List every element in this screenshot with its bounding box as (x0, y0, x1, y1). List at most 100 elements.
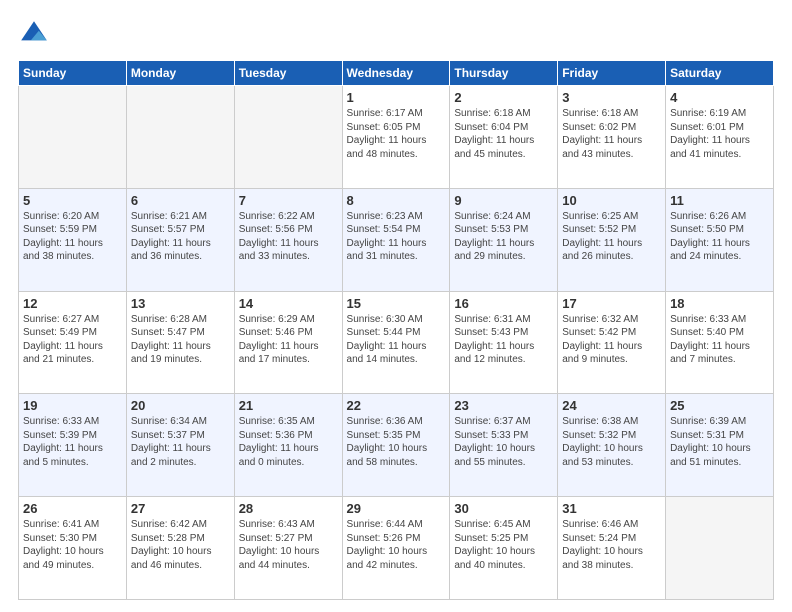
day-info: Sunrise: 6:36 AMSunset: 5:35 PMDaylight:… (347, 415, 446, 469)
day-number: 14 (239, 296, 338, 311)
calendar-cell: 28Sunrise: 6:43 AMSunset: 5:27 PMDayligh… (234, 497, 342, 600)
calendar-cell: 13Sunrise: 6:28 AMSunset: 5:47 PMDayligh… (126, 291, 234, 394)
calendar-cell: 18 Sunrise: 6:33 AMSunset: 5:40 PMDayligh… (666, 291, 774, 394)
page: SundayMondayTuesdayWednesdayThursdayFrid… (0, 0, 792, 612)
calendar-cell: 27 Sunrise: 6:42 AMSunset: 5:28 PMDayligh… (126, 497, 234, 600)
calendar-cell: 16 Sunrise: 6:31 AMSunset: 5:43 PMDayligh… (450, 291, 558, 394)
day-info: Sunrise: 6:23 AMSunset: 5:54 PMDaylight:… (347, 210, 446, 264)
calendar-week-row: 26Sunrise: 6:41 AMSunset: 5:30 PMDayligh… (19, 497, 774, 600)
calendar-cell: 11Sunrise: 6:26 AMSunset: 5:50 PMDayligh… (666, 188, 774, 291)
weekday-header: Thursday (450, 61, 558, 86)
day-info: Sunrise: 6:33 AMSunset: 5:40 PMDaylight:… (670, 313, 769, 367)
weekday-header-row: SundayMondayTuesdayWednesdayThursdayFrid… (19, 61, 774, 86)
day-info: Sunrise: 6:37 AMSunset: 5:33 PMDaylight:… (454, 415, 553, 469)
weekday-header: Tuesday (234, 61, 342, 86)
day-info: Sunrise: 6:17 AMSunset: 6:05 PMDaylight:… (347, 107, 446, 161)
calendar-cell: 29 Sunrise: 6:44 AMSunset: 5:26 PMDayligh… (342, 497, 450, 600)
day-number: 15 (347, 296, 446, 311)
calendar-cell: 12 Sunrise: 6:27 AMSunset: 5:49 PMDayligh… (19, 291, 127, 394)
calendar-cell: 31 Sunrise: 6:46 AMSunset: 5:24 PMDayligh… (558, 497, 666, 600)
day-info: Sunrise: 6:42 AMSunset: 5:28 PMDaylight:… (131, 518, 230, 572)
day-number: 4 (670, 90, 769, 105)
weekday-header: Wednesday (342, 61, 450, 86)
day-info: Sunrise: 6:27 AMSunset: 5:49 PMDaylight:… (23, 313, 122, 367)
day-info: Sunrise: 6:19 AMSunset: 6:01 PMDaylight:… (670, 107, 769, 161)
calendar-cell: 6 Sunrise: 6:21 AMSunset: 5:57 PMDaylight… (126, 188, 234, 291)
calendar-cell: 19 Sunrise: 6:33 AMSunset: 5:39 PMDayligh… (19, 394, 127, 497)
day-info: Sunrise: 6:38 AMSunset: 5:32 PMDaylight:… (562, 415, 661, 469)
day-info: Sunrise: 6:20 AMSunset: 5:59 PMDaylight:… (23, 210, 122, 264)
weekday-header: Saturday (666, 61, 774, 86)
day-info: Sunrise: 6:32 AMSunset: 5:42 PMDaylight:… (562, 313, 661, 367)
day-number: 27 (131, 501, 230, 516)
calendar-cell: 17 Sunrise: 6:32 AMSunset: 5:42 PMDayligh… (558, 291, 666, 394)
day-number: 19 (23, 398, 122, 413)
day-number: 21 (239, 398, 338, 413)
calendar-cell: 30Sunrise: 6:45 AMSunset: 5:25 PMDayligh… (450, 497, 558, 600)
day-number: 12 (23, 296, 122, 311)
calendar-cell (19, 86, 127, 189)
day-number: 6 (131, 193, 230, 208)
day-number: 17 (562, 296, 661, 311)
day-number: 22 (347, 398, 446, 413)
calendar-cell: 10 Sunrise: 6:25 AMSunset: 5:52 PMDayligh… (558, 188, 666, 291)
day-info: Sunrise: 6:28 AMSunset: 5:47 PMDaylight:… (131, 313, 230, 367)
calendar-week-row: 1Sunrise: 6:17 AMSunset: 6:05 PMDaylight… (19, 86, 774, 189)
calendar-week-row: 12 Sunrise: 6:27 AMSunset: 5:49 PMDayligh… (19, 291, 774, 394)
calendar-cell (126, 86, 234, 189)
day-info: Sunrise: 6:26 AMSunset: 5:50 PMDaylight:… (670, 210, 769, 264)
calendar-cell (666, 497, 774, 600)
header (18, 18, 774, 50)
calendar-cell: 20Sunrise: 6:34 AMSunset: 5:37 PMDayligh… (126, 394, 234, 497)
day-number: 26 (23, 501, 122, 516)
calendar-cell: 9Sunrise: 6:24 AMSunset: 5:53 PMDaylight… (450, 188, 558, 291)
calendar-week-row: 5 Sunrise: 6:20 AMSunset: 5:59 PMDaylight… (19, 188, 774, 291)
calendar-cell: 23 Sunrise: 6:37 AMSunset: 5:33 PMDayligh… (450, 394, 558, 497)
calendar-cell: 14Sunrise: 6:29 AMSunset: 5:46 PMDayligh… (234, 291, 342, 394)
calendar-cell: 2 Sunrise: 6:18 AMSunset: 6:04 PMDaylight… (450, 86, 558, 189)
day-info: Sunrise: 6:44 AMSunset: 5:26 PMDaylight:… (347, 518, 446, 572)
calendar-cell: 15 Sunrise: 6:30 AMSunset: 5:44 PMDayligh… (342, 291, 450, 394)
calendar-cell: 25 Sunrise: 6:39 AMSunset: 5:31 PMDayligh… (666, 394, 774, 497)
day-info: Sunrise: 6:25 AMSunset: 5:52 PMDaylight:… (562, 210, 661, 264)
day-info: Sunrise: 6:34 AMSunset: 5:37 PMDaylight:… (131, 415, 230, 469)
calendar-cell: 8Sunrise: 6:23 AMSunset: 5:54 PMDaylight… (342, 188, 450, 291)
day-number: 30 (454, 501, 553, 516)
day-info: Sunrise: 6:21 AMSunset: 5:57 PMDaylight:… (131, 210, 230, 264)
day-info: Sunrise: 6:24 AMSunset: 5:53 PMDaylight:… (454, 210, 553, 264)
calendar-cell: 3 Sunrise: 6:18 AMSunset: 6:02 PMDaylight… (558, 86, 666, 189)
day-info: Sunrise: 6:46 AMSunset: 5:24 PMDaylight:… (562, 518, 661, 572)
weekday-header: Monday (126, 61, 234, 86)
logo (18, 18, 52, 50)
day-number: 7 (239, 193, 338, 208)
calendar-cell: 24Sunrise: 6:38 AMSunset: 5:32 PMDayligh… (558, 394, 666, 497)
day-info: Sunrise: 6:30 AMSunset: 5:44 PMDaylight:… (347, 313, 446, 367)
day-info: Sunrise: 6:31 AMSunset: 5:43 PMDaylight:… (454, 313, 553, 367)
day-info: Sunrise: 6:35 AMSunset: 5:36 PMDaylight:… (239, 415, 338, 469)
day-number: 2 (454, 90, 553, 105)
day-number: 16 (454, 296, 553, 311)
calendar-cell: 22 Sunrise: 6:36 AMSunset: 5:35 PMDayligh… (342, 394, 450, 497)
day-number: 23 (454, 398, 553, 413)
calendar-cell: 7Sunrise: 6:22 AMSunset: 5:56 PMDaylight… (234, 188, 342, 291)
day-info: Sunrise: 6:43 AMSunset: 5:27 PMDaylight:… (239, 518, 338, 572)
calendar-table: SundayMondayTuesdayWednesdayThursdayFrid… (18, 60, 774, 600)
calendar-week-row: 19 Sunrise: 6:33 AMSunset: 5:39 PMDayligh… (19, 394, 774, 497)
day-number: 3 (562, 90, 661, 105)
day-info: Sunrise: 6:33 AMSunset: 5:39 PMDaylight:… (23, 415, 122, 469)
day-info: Sunrise: 6:39 AMSunset: 5:31 PMDaylight:… (670, 415, 769, 469)
day-number: 10 (562, 193, 661, 208)
calendar-cell: 5 Sunrise: 6:20 AMSunset: 5:59 PMDaylight… (19, 188, 127, 291)
logo-icon (18, 18, 50, 50)
weekday-header: Friday (558, 61, 666, 86)
day-number: 31 (562, 501, 661, 516)
day-info: Sunrise: 6:18 AMSunset: 6:04 PMDaylight:… (454, 107, 553, 161)
calendar-cell (234, 86, 342, 189)
day-number: 29 (347, 501, 446, 516)
calendar-cell: 26Sunrise: 6:41 AMSunset: 5:30 PMDayligh… (19, 497, 127, 600)
day-number: 5 (23, 193, 122, 208)
day-number: 25 (670, 398, 769, 413)
weekday-header: Sunday (19, 61, 127, 86)
day-info: Sunrise: 6:18 AMSunset: 6:02 PMDaylight:… (562, 107, 661, 161)
day-number: 18 (670, 296, 769, 311)
